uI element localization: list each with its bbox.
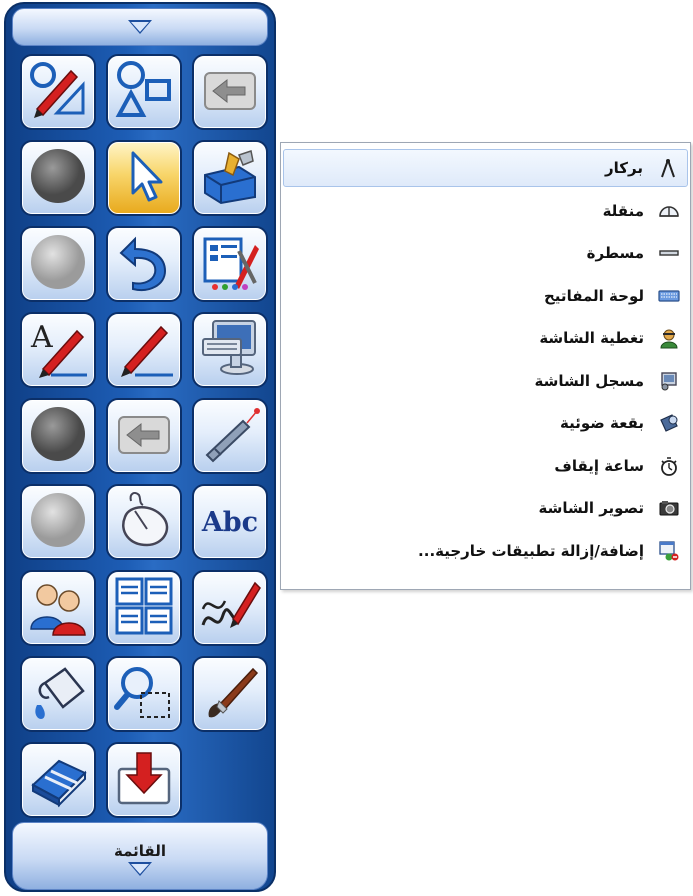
menu-item-protractor[interactable]: منقلة	[283, 192, 688, 230]
compass-icon	[655, 155, 681, 181]
tool-button-shapes[interactable]	[106, 54, 182, 130]
tool-button-users[interactable]	[20, 570, 96, 646]
tool-button-circle-light[interactable]	[20, 484, 96, 560]
pointer-icon	[113, 145, 175, 211]
tool-button-paintbrush[interactable]	[192, 656, 268, 732]
shapes-icon	[113, 59, 175, 125]
menu-item-label: منقلة	[602, 201, 644, 220]
menu-item-label: ساعة إيقاف	[554, 456, 644, 475]
magnifier-select-icon	[113, 661, 175, 727]
menu-item-spotlight[interactable]: بقعة ضوئية	[283, 404, 688, 442]
tool-button-circle-gray[interactable]	[20, 398, 96, 474]
tool-button-pointer[interactable]	[106, 140, 182, 216]
tool-button-eraser[interactable]	[20, 742, 96, 818]
screen-cover-icon	[656, 325, 682, 351]
settings-icon	[199, 231, 261, 297]
menu-item-label: مسطرة	[586, 244, 644, 262]
signature-pen-icon	[199, 575, 261, 641]
eraser-icon	[27, 747, 89, 813]
pen-ruler-icon	[27, 59, 89, 125]
tool-button-abc-text[interactable]: Abc	[192, 484, 268, 560]
tool-button-undo[interactable]	[106, 226, 182, 302]
menu-item-screen-cover[interactable]: تغطية الشاشة	[283, 319, 688, 357]
menu-item-label: إضافة/إزالة تطبيقات خارجية...	[418, 541, 644, 560]
screen-recorder-icon	[656, 368, 682, 394]
tool-button-pages[interactable]	[106, 570, 182, 646]
keyboard-icon	[656, 283, 682, 309]
laser-pointer-icon	[199, 403, 261, 469]
text-pen-icon: A	[27, 317, 89, 383]
tool-button-red-pen[interactable]	[106, 312, 182, 388]
red-pen-icon	[113, 317, 175, 383]
menu-item-label: بركار	[605, 159, 643, 177]
menu-item-keyboard[interactable]: لوحة المفاتيح	[283, 277, 688, 315]
tool-button-paint-bucket[interactable]	[20, 656, 96, 732]
tool-button-arrow-left[interactable]	[192, 54, 268, 130]
menu-item-label: لوحة المفاتيح	[544, 286, 644, 305]
pages-icon	[113, 575, 175, 641]
paint-bucket-icon	[27, 661, 89, 727]
add-remove-apps-icon	[656, 538, 682, 564]
tool-button-computer-keyboard[interactable]	[192, 312, 268, 388]
toolbox-icon	[199, 145, 261, 211]
ruler-icon	[656, 240, 682, 266]
menu-item-stopwatch[interactable]: ساعة إيقاف	[283, 447, 688, 485]
menu-item-add-remove-apps[interactable]: إضافة/إزالة تطبيقات خارجية...	[283, 532, 688, 570]
toolbar: A Abc القائمة	[4, 2, 276, 892]
arrow-left-icon	[113, 403, 175, 469]
circle-gray-icon	[27, 145, 89, 211]
triangle-down-icon	[128, 20, 152, 34]
menu-item-screen-recorder[interactable]: مسجل الشاشة	[283, 362, 688, 400]
mouse-icon	[113, 489, 175, 555]
tools-context-menu: بركار منقلة مسطرة لوحة المفاتيح تغطية الشاشة…	[280, 142, 691, 590]
tool-button-laser-pointer[interactable]	[192, 398, 268, 474]
circle-light-icon	[27, 231, 89, 297]
menu-item-label: مسجل الشاشة	[534, 371, 645, 390]
tool-button-download[interactable]	[106, 742, 182, 818]
undo-icon	[113, 231, 175, 297]
tool-button-toolbox[interactable]	[192, 140, 268, 216]
arrow-left-icon	[199, 59, 261, 125]
abc-text-icon: Abc	[201, 506, 259, 538]
paintbrush-icon	[199, 661, 261, 727]
tool-button-pen-ruler[interactable]	[20, 54, 96, 130]
menu-item-compass[interactable]: بركار	[283, 149, 688, 187]
menu-item-label: تصوير الشاشة	[538, 499, 644, 517]
circle-light-icon	[27, 489, 89, 555]
spotlight-icon	[656, 410, 682, 436]
users-icon	[27, 575, 89, 641]
svg-text:A: A	[30, 320, 53, 355]
menu-item-ruler[interactable]: مسطرة	[283, 234, 688, 272]
tool-button-circle-gray[interactable]	[20, 140, 96, 216]
triangle-down-icon	[128, 862, 152, 876]
camera-icon	[656, 495, 682, 521]
protractor-icon	[656, 198, 682, 224]
menu-item-label: تغطية الشاشة	[539, 329, 644, 347]
tool-button-circle-light[interactable]	[20, 226, 96, 302]
stopwatch-icon	[656, 453, 682, 479]
tool-button-signature-pen[interactable]	[192, 570, 268, 646]
tool-button-mouse[interactable]	[106, 484, 182, 560]
menu-item-label: بقعة ضوئية	[560, 414, 644, 432]
download-icon	[113, 747, 175, 813]
menu-item-camera[interactable]: تصوير الشاشة	[283, 489, 688, 527]
menu-button[interactable]: القائمة	[12, 822, 268, 890]
tool-button-text-pen[interactable]: A	[20, 312, 96, 388]
circle-gray-icon	[27, 403, 89, 469]
collapse-toolbar-button[interactable]	[12, 8, 268, 46]
tool-button-settings[interactable]	[192, 226, 268, 302]
tool-button-magnifier-select[interactable]	[106, 656, 182, 732]
computer-keyboard-icon	[199, 317, 261, 383]
tool-button-arrow-left[interactable]	[106, 398, 182, 474]
menu-label: القائمة	[114, 842, 166, 860]
